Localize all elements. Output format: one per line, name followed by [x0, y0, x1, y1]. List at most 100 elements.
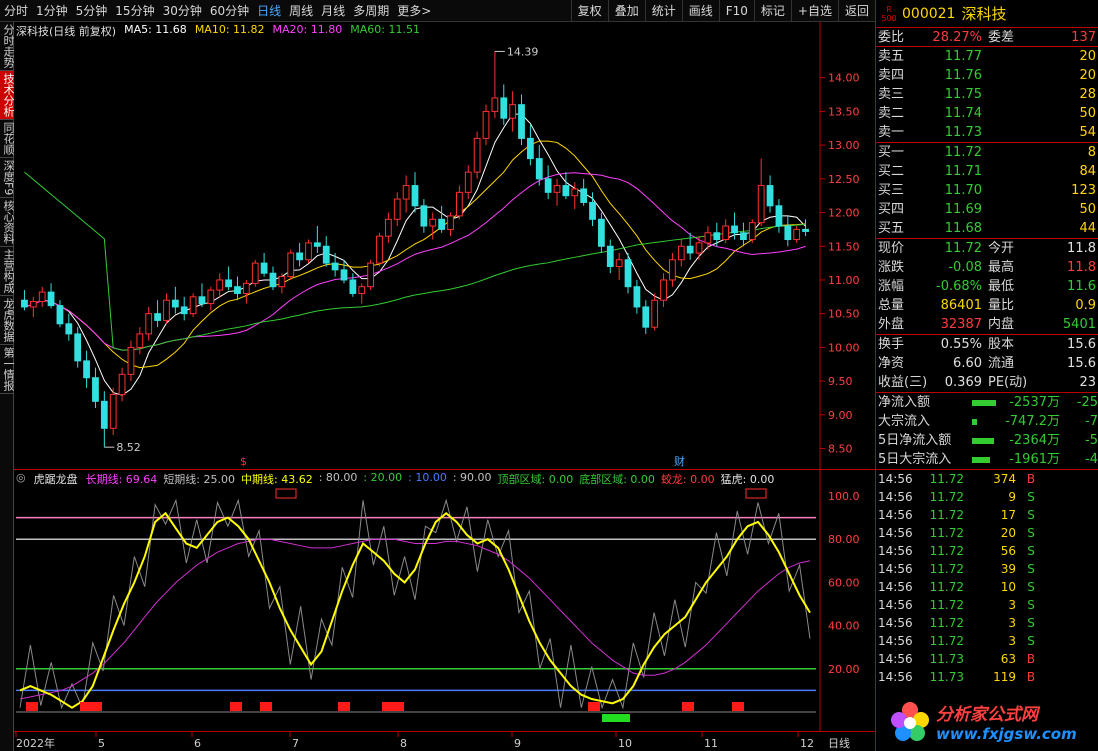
tick-row[interactable]: 14:56 11.72 39 S — [876, 560, 1098, 578]
candle[interactable] — [331, 253, 339, 277]
candle[interactable] — [367, 259, 375, 291]
left-tab-7[interactable]: 第一情报 — [0, 345, 15, 395]
candle[interactable] — [100, 391, 108, 448]
tick-row[interactable]: 14:56 11.73 119 B — [876, 668, 1098, 686]
candle[interactable] — [633, 279, 641, 314]
bids-row[interactable]: 买二 11.71 84 — [876, 162, 1098, 181]
candle[interactable] — [509, 91, 517, 132]
asks-row[interactable]: 卖二 11.74 50 — [876, 104, 1098, 123]
left-tab-6[interactable]: 龙虎数据 — [0, 296, 15, 346]
candle[interactable] — [260, 253, 268, 277]
tick-row[interactable]: 14:56 11.72 9 S — [876, 488, 1098, 506]
candle[interactable] — [748, 219, 756, 243]
period-tab-0[interactable]: 分时 — [0, 0, 32, 22]
candle[interactable] — [757, 158, 765, 227]
candle[interactable] — [278, 273, 286, 294]
candle[interactable] — [473, 131, 481, 179]
tick-row[interactable]: 14:56 11.72 56 S — [876, 542, 1098, 560]
candle[interactable] — [296, 242, 303, 267]
candle[interactable] — [198, 283, 206, 307]
toolbar-button-2[interactable]: 统计 — [644, 0, 682, 22]
period-tab-10[interactable]: 更多> — [393, 0, 435, 22]
candle[interactable] — [83, 350, 90, 388]
candle[interactable] — [207, 286, 215, 311]
candle[interactable] — [642, 300, 650, 334]
candle[interactable] — [216, 273, 224, 297]
candle[interactable] — [136, 327, 144, 355]
bids-row[interactable]: 买四 11.69 50 — [876, 200, 1098, 219]
left-tab-5[interactable]: 主营构成 — [0, 247, 15, 297]
asks-row[interactable]: 卖三 11.75 28 — [876, 85, 1098, 104]
period-tab-7[interactable]: 周线 — [285, 0, 317, 22]
asks-row[interactable]: 卖四 11.76 20 — [876, 66, 1098, 85]
period-tab-6[interactable]: 日线 — [253, 0, 285, 22]
candle[interactable] — [127, 340, 135, 382]
candle[interactable] — [677, 239, 685, 267]
candle[interactable] — [455, 185, 463, 220]
toolbar-button-1[interactable]: 叠加 — [607, 0, 645, 22]
candle[interactable] — [793, 226, 801, 243]
candle[interactable] — [38, 286, 46, 307]
candle[interactable] — [491, 51, 499, 119]
candle[interactable] — [47, 283, 55, 309]
candle[interactable] — [269, 266, 277, 291]
candle[interactable] — [500, 84, 508, 125]
candle[interactable] — [376, 232, 383, 267]
period-tab-9[interactable]: 多周期 — [349, 0, 393, 22]
tick-row[interactable]: 14:56 11.72 20 S — [876, 524, 1098, 542]
candle[interactable] — [775, 199, 783, 233]
period-tab-2[interactable]: 5分钟 — [72, 0, 112, 22]
candle[interactable] — [349, 273, 357, 297]
left-tab-4[interactable]: 核心资料 — [0, 198, 15, 248]
candle[interactable] — [313, 226, 321, 253]
r-badge[interactable]: R 500 — [878, 5, 900, 23]
candle[interactable] — [29, 296, 37, 318]
candle[interactable] — [65, 313, 73, 341]
candle[interactable] — [242, 279, 250, 304]
candle[interactable] — [180, 296, 188, 321]
candle[interactable] — [21, 290, 28, 311]
candle[interactable] — [118, 367, 126, 402]
left-tab-3[interactable]: 深度F9 — [0, 158, 15, 199]
bids-row[interactable]: 买三 11.70 123 — [876, 181, 1098, 200]
asks-row[interactable]: 卖一 11.73 54 — [876, 123, 1098, 142]
candle[interactable] — [802, 219, 809, 237]
period-tab-5[interactable]: 60分钟 — [206, 0, 253, 22]
candle[interactable] — [305, 239, 312, 264]
period-tab-4[interactable]: 30分钟 — [159, 0, 206, 22]
toolbar-button-0[interactable]: 复权 — [570, 0, 608, 22]
gear-icon[interactable]: ◎ — [16, 471, 26, 487]
candlestick-chart[interactable]: 14.00 13.50 13.00 12.50 12.00 11.50 11.00 10.50… — [14, 22, 875, 469]
candle[interactable] — [420, 199, 428, 233]
bids-row[interactable]: 买一 11.72 8 — [876, 143, 1098, 162]
candle[interactable] — [163, 293, 170, 324]
candle[interactable] — [686, 232, 694, 260]
candle[interactable] — [722, 219, 730, 243]
candle[interactable] — [562, 172, 570, 200]
toolbar-button-5[interactable]: 标记 — [753, 0, 791, 22]
candle[interactable] — [527, 124, 534, 166]
period-tab-3[interactable]: 15分钟 — [111, 0, 158, 22]
candle[interactable] — [553, 178, 561, 206]
toolbar-button-4[interactable]: F10 — [718, 0, 754, 22]
tick-row[interactable]: 14:56 11.73 63 B — [876, 650, 1098, 668]
candle[interactable] — [713, 222, 721, 247]
tick-row[interactable]: 14:56 11.72 3 S — [876, 596, 1098, 614]
candle[interactable] — [287, 249, 295, 280]
candle[interactable] — [482, 104, 490, 146]
candle[interactable] — [447, 212, 454, 237]
candle[interactable] — [660, 273, 667, 307]
candle[interactable] — [322, 236, 330, 267]
chart-area[interactable]: 14.00 13.50 13.00 12.50 12.00 11.50 11.00 10.50… — [14, 22, 875, 751]
candle[interactable] — [402, 175, 410, 213]
finance-marker[interactable]: 财 — [674, 454, 685, 468]
candle[interactable] — [740, 222, 747, 247]
candle[interactable] — [358, 283, 366, 304]
tick-row[interactable]: 14:56 11.72 3 S — [876, 614, 1098, 632]
candle[interactable] — [518, 94, 525, 146]
candle[interactable] — [438, 205, 446, 233]
candle[interactable] — [145, 306, 153, 341]
candle[interactable] — [251, 259, 259, 287]
candle[interactable] — [784, 215, 792, 247]
candle[interactable] — [766, 175, 774, 213]
